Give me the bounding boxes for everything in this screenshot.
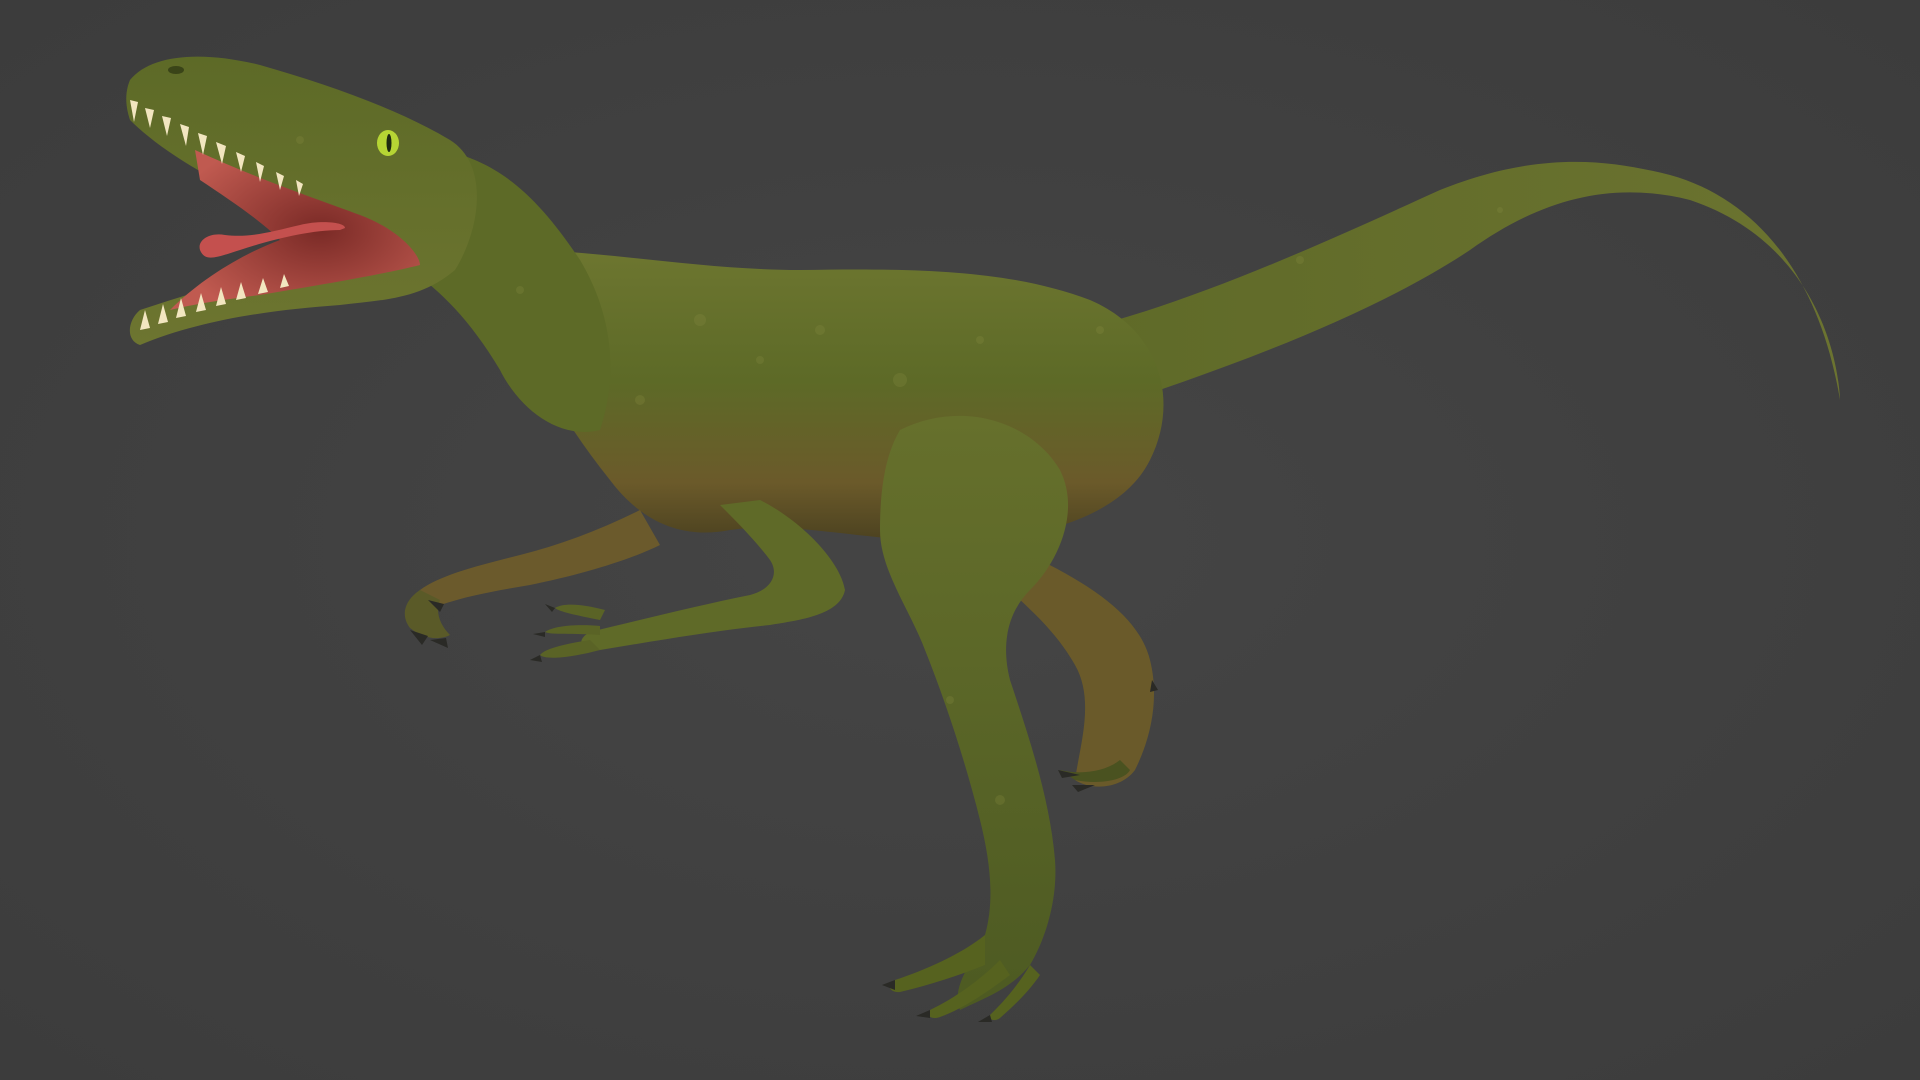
near-hind-leg	[880, 415, 1069, 1022]
head	[126, 56, 477, 345]
tail	[1080, 161, 1840, 400]
render-viewport	[0, 0, 1920, 1080]
nostril	[168, 66, 184, 74]
dinosaur-render	[126, 56, 1840, 1022]
